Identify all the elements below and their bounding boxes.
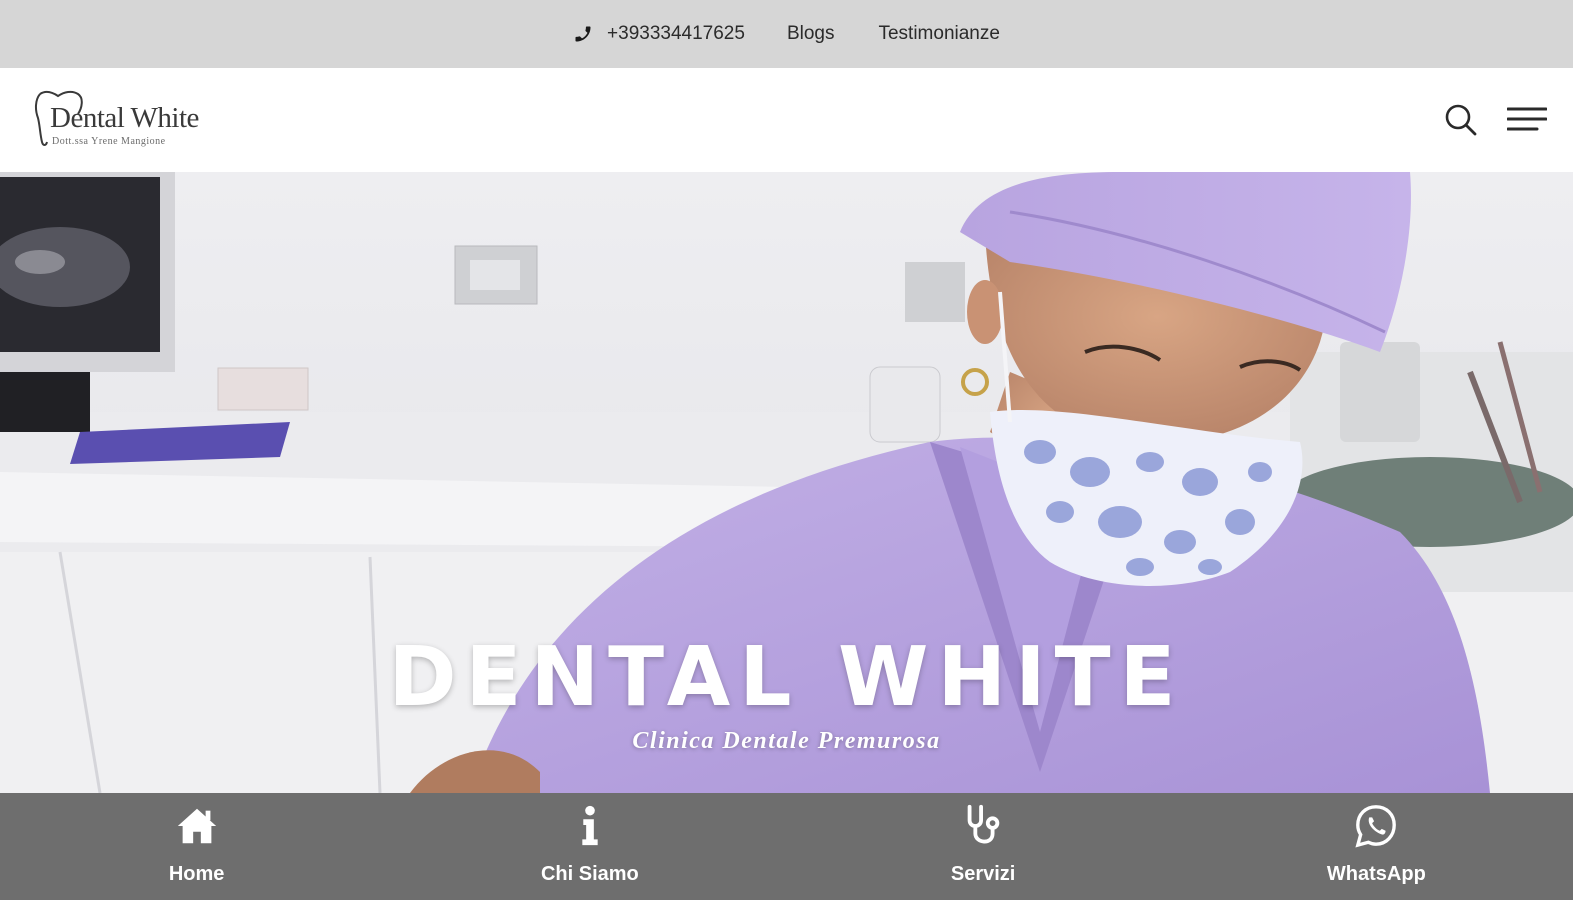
menu-icon: [1507, 107, 1547, 131]
menu-button[interactable]: [1507, 100, 1547, 140]
blogs-link[interactable]: Blogs: [787, 23, 835, 45]
nav-home-label: Home: [168, 863, 225, 885]
hero-title: DENTAL WHITE: [388, 630, 1185, 725]
nav-servizi[interactable]: Servizi: [883, 793, 1083, 886]
header-actions: [1441, 100, 1547, 140]
whatsapp-icon: [1355, 805, 1397, 848]
top-utility-bar: +393334417625 Blogs Testimonianze: [0, 0, 1573, 68]
search-icon: [1445, 104, 1477, 136]
hero-section: DENTAL WHITE Clinica Dentale Premurosa: [0, 172, 1573, 793]
stethoscope-icon: [967, 804, 1000, 844]
hero-subtitle: Clinica Dentale Premurosa: [632, 728, 941, 754]
home-icon: [177, 808, 216, 844]
logo-brand-text: Dental White: [50, 102, 199, 134]
logo-tagline: Dott.ssa Yrene Mangione: [52, 136, 166, 147]
search-button[interactable]: [1441, 100, 1481, 140]
nav-home[interactable]: Home: [97, 793, 297, 886]
top-utility-links: +393334417625 Blogs Testimonianze: [573, 23, 1000, 45]
info-icon: [582, 805, 598, 846]
phone-icon: [575, 26, 591, 42]
nav-whatsapp[interactable]: WhatsApp: [1276, 793, 1476, 886]
phone-link[interactable]: +393334417625: [573, 23, 745, 45]
site-logo[interactable]: Dental White Dott.ssa Yrene Mangione: [32, 88, 222, 152]
testimonianze-link[interactable]: Testimonianze: [878, 23, 999, 45]
phone-number: +393334417625: [607, 23, 745, 44]
nav-chi-siamo[interactable]: Chi Siamo: [490, 793, 690, 886]
nav-servizi-label: Servizi: [950, 863, 1016, 885]
nav-whatsapp-label: WhatsApp: [1326, 863, 1426, 885]
bottom-navigation: Home Chi Siamo Servizi WhatsApp: [0, 793, 1573, 900]
site-header: Dental White Dott.ssa Yrene Mangione: [0, 68, 1573, 172]
nav-chi-siamo-label: Chi Siamo: [540, 863, 639, 885]
